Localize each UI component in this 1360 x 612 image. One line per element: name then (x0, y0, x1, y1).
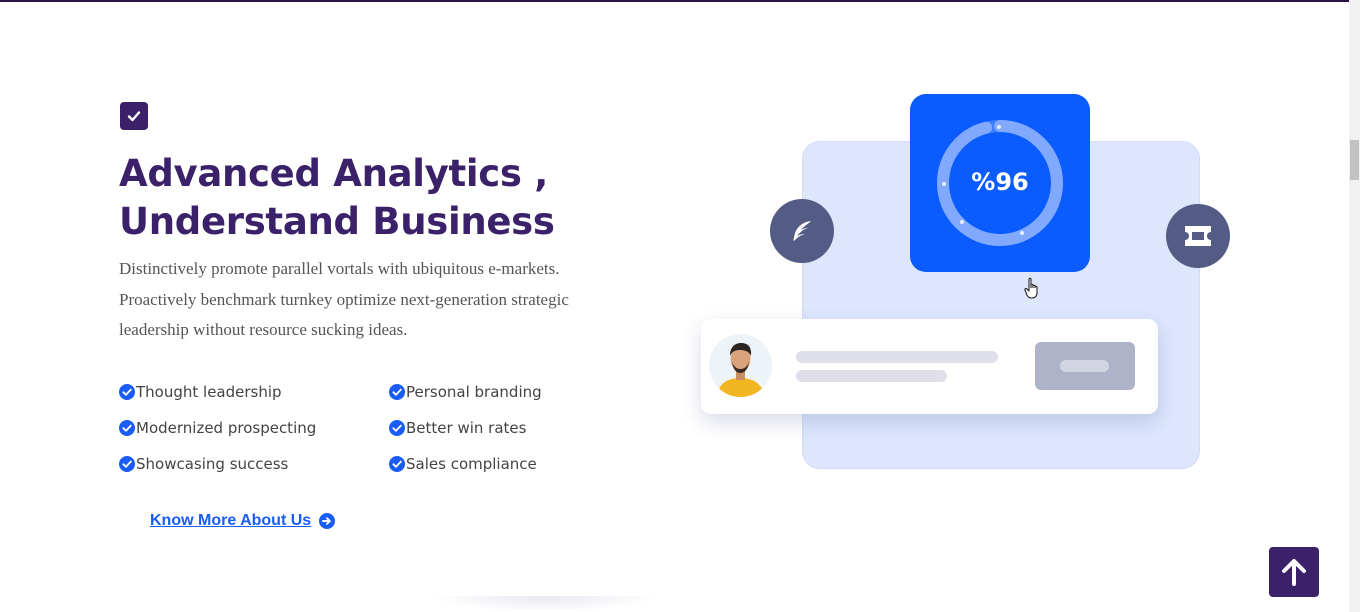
check-circle-icon (389, 420, 405, 436)
feature-item: Modernized prospecting (119, 410, 389, 446)
feature-item: Better win rates (389, 410, 639, 446)
scrollbar[interactable] (1349, 0, 1360, 612)
know-more-label: Know More About Us (150, 512, 312, 529)
feature-label: Thought leadership (136, 383, 282, 401)
feature-label: Showcasing success (136, 455, 289, 473)
section-title-line1: Advanced Analytics , (119, 152, 548, 195)
know-more-link[interactable]: Know More About Us (150, 512, 336, 530)
placeholder-line (796, 370, 947, 382)
check-circle-icon (389, 456, 405, 472)
feature-label: Modernized prospecting (136, 419, 317, 437)
back-to-top-button[interactable] (1269, 547, 1319, 597)
feature-item: Personal branding (389, 374, 639, 410)
arrow-circle-right-icon (319, 513, 336, 529)
ticket-icon (1185, 226, 1211, 246)
feature-label: Personal branding (406, 383, 542, 401)
avatar (709, 334, 772, 397)
stat-value: %96 (971, 168, 1029, 196)
section-description: Distinctively promote parallel vortals w… (119, 259, 569, 339)
person-avatar-image (709, 334, 772, 397)
profile-card (701, 319, 1158, 414)
hand-cursor-icon (1024, 277, 1038, 299)
check-circle-icon (119, 384, 135, 400)
stat-card: %96 (910, 94, 1090, 272)
check-circle-icon (119, 456, 135, 472)
arrow-up-icon (1282, 559, 1306, 586)
feature-item: Sales compliance (389, 446, 639, 482)
feature-label: Sales compliance (406, 455, 537, 473)
section-title-line2: Understand Business (119, 200, 555, 243)
section-title: Advanced Analytics , Understand Business (119, 150, 639, 246)
feature-item: Thought leadership (119, 374, 389, 410)
top-border (0, 0, 1349, 2)
ticket-button[interactable] (1166, 204, 1230, 268)
feature-item: Showcasing success (119, 446, 389, 482)
bottom-shadow (430, 596, 660, 612)
feature-label: Better win rates (406, 419, 527, 437)
check-circle-icon (119, 420, 135, 436)
placeholder-button-label (1060, 360, 1109, 372)
feather-button[interactable] (770, 199, 834, 263)
feather-icon (793, 221, 811, 241)
feature-list: Thought leadership Personal branding Mod… (119, 374, 639, 482)
check-square-icon (120, 102, 148, 130)
placeholder-line (796, 351, 998, 363)
placeholder-button[interactable] (1035, 342, 1135, 390)
check-circle-icon (389, 384, 405, 400)
scrollbar-thumb[interactable] (1350, 140, 1359, 180)
